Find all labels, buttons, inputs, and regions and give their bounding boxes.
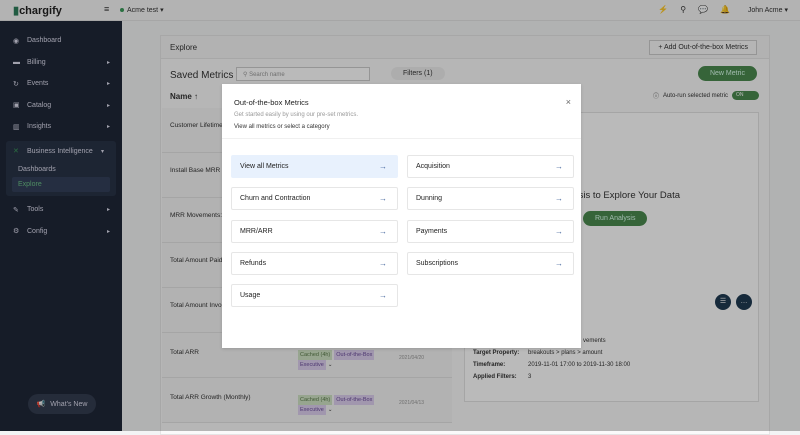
option-subscriptions[interactable]: Subscriptions → bbox=[407, 252, 574, 275]
option-dunning[interactable]: Dunning → bbox=[407, 187, 574, 210]
option-view-all-metrics[interactable]: View all Metrics → bbox=[231, 155, 398, 178]
arrow-right-icon: → bbox=[555, 162, 563, 171]
arrow-right-icon: → bbox=[379, 259, 387, 268]
close-icon[interactable]: × bbox=[566, 97, 571, 107]
option-usage[interactable]: Usage → bbox=[231, 284, 398, 307]
arrow-right-icon: → bbox=[555, 259, 563, 268]
arrow-right-icon: → bbox=[379, 291, 387, 300]
modal-title: Out-of-the-box Metrics bbox=[234, 98, 309, 107]
arrow-right-icon: → bbox=[379, 162, 387, 171]
modal-subtitle: Get started easily by using our pre-set … bbox=[234, 112, 359, 118]
option-acquisition[interactable]: Acquisition → bbox=[407, 155, 574, 178]
arrow-right-icon: → bbox=[379, 194, 387, 203]
option-refunds[interactable]: Refunds → bbox=[231, 252, 398, 275]
arrow-right-icon: → bbox=[379, 227, 387, 236]
arrow-right-icon: → bbox=[555, 194, 563, 203]
option-payments[interactable]: Payments → bbox=[407, 220, 574, 243]
arrow-right-icon: → bbox=[555, 227, 563, 236]
option-mrr-arr[interactable]: MRR/ARR → bbox=[231, 220, 398, 243]
out-of-the-box-metrics-modal: Out-of-the-box Metrics Get started easil… bbox=[222, 84, 581, 348]
option-churn-and-contraction[interactable]: Churn and Contraction → bbox=[231, 187, 398, 210]
modal-instructions: View all metrics or select a category bbox=[234, 124, 330, 130]
divider bbox=[222, 138, 581, 139]
